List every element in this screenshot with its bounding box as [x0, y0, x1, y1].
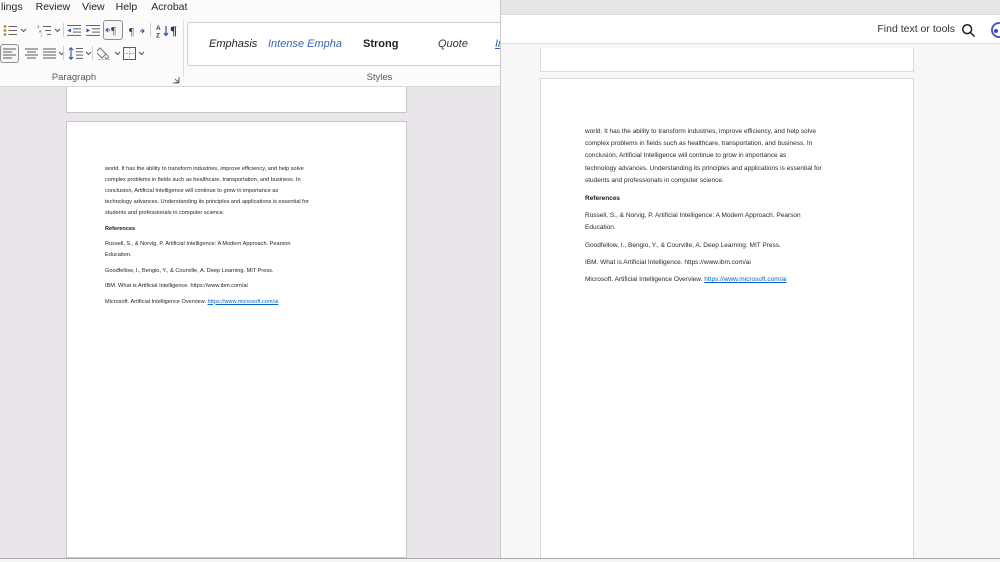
reference-item: Goodfellow, I., Bengio, Y., & Courville,… — [105, 267, 274, 274]
multilevel-list-icon[interactable]: 1ai — [36, 22, 53, 39]
microsoft-ai-link[interactable]: https://www.microsoft.com/ai — [208, 299, 279, 305]
word-document-canvas: world. It has the ability to transform i… — [0, 87, 500, 562]
microsoft-ai-link[interactable]: https://www.microsoft.com/ai — [704, 276, 786, 283]
reference-item: Russell, S., & Norvig, P. Artificial Int… — [105, 239, 371, 261]
references-heading: References — [585, 195, 621, 203]
styles-gallery: Emphasis Intense Empha Strong Quote Inte… — [187, 22, 500, 66]
body-line: world. It has the ability to transform i… — [585, 128, 816, 135]
svg-text:¶: ¶ — [111, 25, 116, 36]
screen: lings Review View Help Acrobat 1ai ¶ ¶ A… — [0, 0, 1000, 562]
body-line: technology advances. Understanding its p… — [105, 199, 309, 205]
pdf-page-2: world. It has the ability to transform i… — [540, 78, 914, 559]
align-center-icon[interactable] — [23, 45, 40, 62]
body-line: students and professionals in computer s… — [105, 210, 225, 216]
increase-indent-icon[interactable] — [85, 22, 102, 39]
svg-text:A: A — [156, 25, 161, 32]
reference-item: IBM. What is Artificial Intelligence. ht… — [585, 258, 751, 266]
body-line: complex problems in fields such as healt… — [105, 177, 301, 183]
show-formatting-pilcrow-icon[interactable]: ¶ — [166, 21, 183, 38]
line-spacing-icon[interactable] — [67, 45, 84, 62]
word-page-2[interactable]: world. It has the ability to transform i… — [66, 121, 407, 558]
body-line: world. It has the ability to transform i… — [105, 166, 304, 172]
body-line: complex problems in fields such as healt… — [585, 140, 813, 148]
style-quote[interactable]: Quote — [438, 23, 468, 65]
shading-icon[interactable] — [96, 44, 113, 61]
body-line: conclusion, Artificial Intelligence will… — [105, 188, 279, 194]
word-menubar: lings Review View Help Acrobat — [0, 0, 500, 14]
pdf-toolbar: Find text or tools — [501, 15, 1000, 44]
word-ribbon: 1ai ¶ ¶ AZ ¶ Paragraph Emphasis Intense … — [0, 14, 500, 87]
references-heading: References — [105, 225, 136, 232]
pdf-document-canvas: world. It has the ability to transform i… — [501, 44, 1000, 562]
ai-assistant-icon[interactable] — [989, 20, 1000, 40]
reference-item: IBM. What is Artificial Intelligence. ht… — [105, 283, 248, 289]
pdf-viewer-window: Find text or tools world. It has the abi… — [500, 0, 1000, 562]
reference-text: Microsoft. Artificial Intelligence Overv… — [105, 298, 208, 305]
word-page-1-fragment[interactable] — [66, 87, 407, 113]
bullets-icon[interactable] — [2, 22, 19, 39]
body-line: conclusion, Artificial Intelligence will… — [585, 152, 787, 160]
paragraph-dialog-launcher-icon[interactable] — [172, 72, 182, 84]
ltr-text-direction-icon[interactable]: ¶ — [103, 20, 123, 40]
tab-acrobat[interactable]: Acrobat — [151, 1, 187, 13]
divider — [183, 19, 184, 77]
find-text-label[interactable]: Find text or tools — [877, 23, 955, 35]
borders-icon[interactable] — [121, 45, 138, 62]
divider — [92, 46, 93, 60]
reference-item: Microsoft. Artificial Intelligence Overv… — [585, 274, 877, 286]
pdf-document-text: world. It has the ability to transform i… — [585, 126, 877, 286]
styles-group-label: Styles — [366, 72, 393, 83]
search-icon[interactable] — [959, 21, 977, 39]
reference-item: Russell, S., & Norvig, P. Artificial Int… — [585, 210, 877, 234]
bullets-chevron-icon[interactable] — [19, 22, 27, 39]
tab-mailings[interactable]: lings — [1, 1, 23, 13]
reference-text: Microsoft. Artificial Intelligence Overv… — [585, 276, 705, 284]
reference-item: Microsoft. Artificial Intelligence Overv… — [105, 297, 371, 308]
line-spacing-chevron-icon[interactable] — [84, 45, 92, 62]
align-justify-icon[interactable] — [41, 45, 58, 62]
style-strong[interactable]: Strong — [363, 23, 398, 65]
reference-line: Russell, S., & Norvig, P. Artificial Int… — [585, 212, 801, 220]
tab-help[interactable]: Help — [116, 1, 138, 13]
body-line: technology advances. Understanding its p… — [585, 164, 822, 172]
divider — [150, 23, 151, 37]
svg-text:Z: Z — [156, 32, 160, 38]
reference-item: Goodfellow, I., Bengio, Y., & Courville,… — [585, 241, 781, 249]
svg-text:¶: ¶ — [170, 23, 177, 37]
reference-line: Education. — [105, 252, 132, 258]
decrease-indent-icon[interactable] — [66, 22, 83, 39]
divider — [63, 23, 64, 37]
reference-line: Education. — [585, 224, 616, 232]
style-emphasis[interactable]: Emphasis — [209, 23, 257, 65]
body-line: students and professionals in computer s… — [585, 176, 724, 184]
divider — [63, 46, 64, 60]
word-window: lings Review View Help Acrobat 1ai ¶ ¶ A… — [0, 0, 500, 562]
tab-review[interactable]: Review — [36, 1, 70, 13]
align-left-icon[interactable] — [0, 44, 19, 63]
style-intense-emphasis[interactable]: Intense Empha — [268, 23, 342, 65]
reference-line: Russell, S., & Norvig, P. Artificial Int… — [105, 241, 291, 247]
pdf-titlebar — [501, 0, 1000, 15]
word-document-text: world. It has the ability to transform i… — [105, 164, 371, 308]
multilevel-list-chevron-icon[interactable] — [53, 22, 61, 39]
svg-text:i: i — [41, 33, 42, 37]
tab-view[interactable]: View — [82, 1, 105, 13]
svg-text:¶: ¶ — [129, 26, 134, 37]
borders-chevron-icon[interactable] — [137, 45, 145, 62]
rtl-text-direction-icon[interactable]: ¶ — [128, 22, 145, 39]
paragraph-group-label: Paragraph — [51, 72, 97, 83]
shading-chevron-icon[interactable] — [113, 45, 121, 62]
pdf-page-1-fragment — [540, 48, 914, 72]
